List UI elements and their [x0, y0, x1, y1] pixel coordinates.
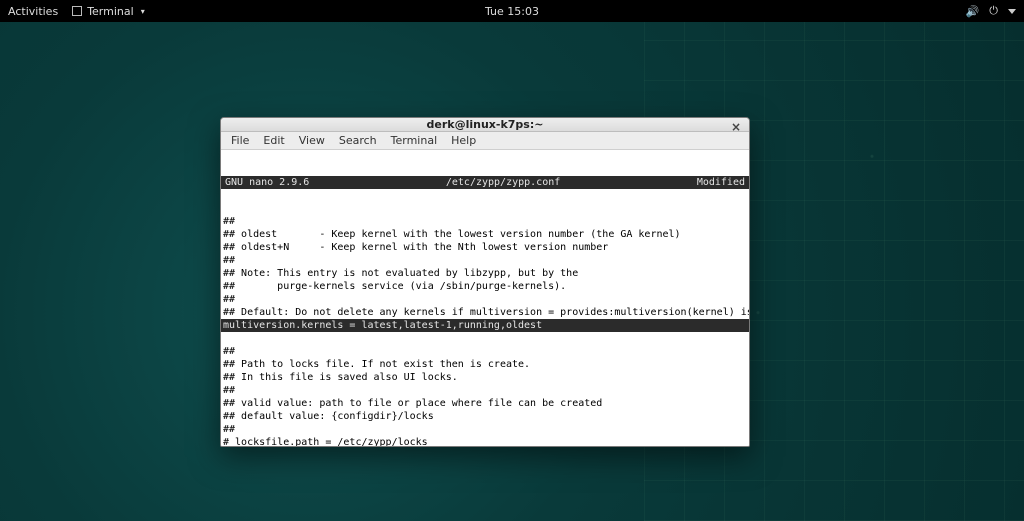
nano-line: ## oldest+N - Keep kernel with the Nth l…	[223, 241, 745, 254]
nano-line: ##	[223, 423, 745, 436]
nano-line	[223, 332, 745, 345]
menubar: File Edit View Search Terminal Help	[221, 132, 749, 150]
menu-help[interactable]: Help	[445, 132, 482, 149]
nano-line: ## valid value: path to file or place wh…	[223, 397, 745, 410]
nano-line: ##	[223, 384, 745, 397]
nano-line: ##	[223, 254, 745, 267]
nano-modified: Modified	[697, 176, 745, 189]
close-button[interactable]: ×	[729, 121, 743, 135]
nano-line: ##	[223, 215, 745, 228]
nano-statusbar: GNU nano 2.9.6 /etc/zypp/zypp.conf Modif…	[221, 176, 749, 189]
app-menu[interactable]: Terminal ▾	[72, 5, 145, 18]
gnome-topbar: Activities Terminal ▾ Tue 15:03 🔊 ⏻	[0, 0, 1024, 22]
menu-view[interactable]: View	[293, 132, 331, 149]
nano-buffer[interactable]: #### oldest - Keep kernel with the lowes…	[221, 215, 749, 447]
nano-line: ## Note: This entry is not evaluated by …	[223, 267, 745, 280]
app-menu-label: Terminal	[87, 5, 134, 18]
nano-line: ## purge-kernels service (via /sbin/purg…	[223, 280, 745, 293]
terminal-window: derk@linux-k7ps:~ × File Edit View Searc…	[220, 117, 750, 447]
nano-version: GNU nano 2.9.6	[225, 176, 309, 189]
chevron-down-icon: ▾	[141, 7, 145, 16]
nano-line: ##	[223, 345, 745, 358]
nano-line: # locksfile.path = /etc/zypp/locks	[223, 436, 745, 447]
window-title: derk@linux-k7ps:~	[427, 118, 544, 131]
window-titlebar[interactable]: derk@linux-k7ps:~ ×	[221, 118, 749, 132]
menu-file[interactable]: File	[225, 132, 255, 149]
volume-icon: 🔊	[966, 5, 980, 18]
nano-line: ## In this file is saved also UI locks.	[223, 371, 745, 384]
menu-terminal[interactable]: Terminal	[385, 132, 444, 149]
power-icon: ⏻	[989, 4, 998, 18]
system-tray[interactable]: 🔊 ⏻	[966, 4, 1016, 18]
terminal-icon	[72, 6, 82, 16]
activities-button[interactable]: Activities	[8, 5, 58, 18]
nano-line: multiversion.kernels = latest,latest-1,r…	[221, 319, 749, 332]
nano-line: ## Default: Do not delete any kernels if…	[223, 306, 745, 319]
terminal-viewport[interactable]: GNU nano 2.9.6 /etc/zypp/zypp.conf Modif…	[221, 150, 749, 447]
nano-line: ## Path to locks file. If not exist then…	[223, 358, 745, 371]
clock[interactable]: Tue 15:03	[485, 5, 539, 18]
nano-line: ## oldest - Keep kernel with the lowest …	[223, 228, 745, 241]
chevron-down-icon	[1008, 9, 1016, 14]
menu-edit[interactable]: Edit	[257, 132, 290, 149]
nano-line: ## default value: {configdir}/locks	[223, 410, 745, 423]
nano-line: ##	[223, 293, 745, 306]
menu-search[interactable]: Search	[333, 132, 383, 149]
nano-filepath: /etc/zypp/zypp.conf	[309, 176, 697, 189]
